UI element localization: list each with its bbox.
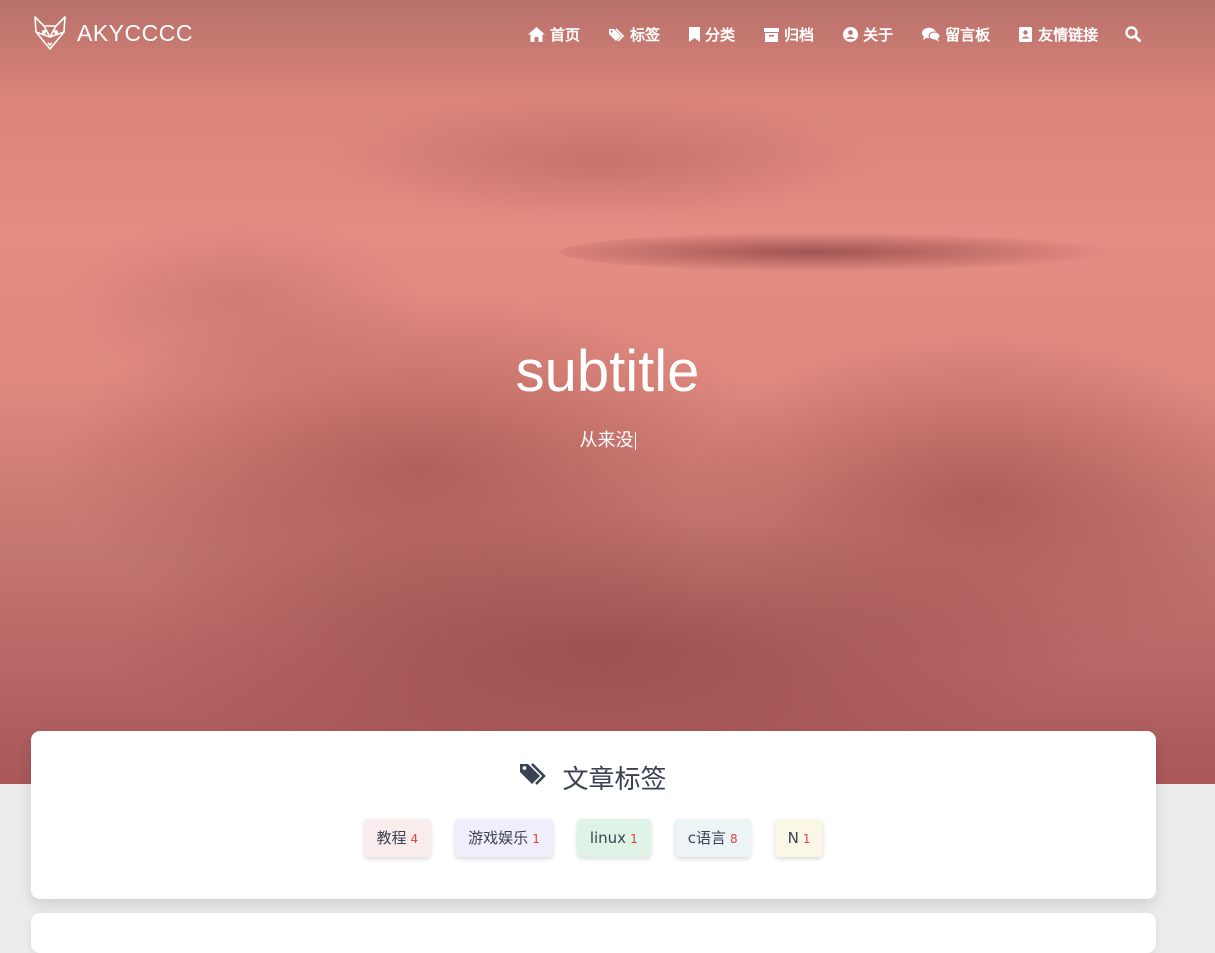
nav-item-label: 归档 xyxy=(784,26,815,44)
tags-icon xyxy=(609,27,625,42)
tag-name: c语言 xyxy=(687,829,726,847)
top-navbar: AKYCCCC 首页 标签 分类 归档 关于 留言板 友情链接 xyxy=(0,0,1215,70)
comments-icon xyxy=(922,27,941,42)
tag-item[interactable]: N1 xyxy=(774,819,824,857)
nav-item-about[interactable]: 关于 xyxy=(843,24,893,45)
next-card xyxy=(31,913,1156,953)
tag-count: 1 xyxy=(532,832,540,846)
nav-item-label: 标签 xyxy=(630,26,661,44)
home-icon xyxy=(528,27,545,42)
tag-count: 1 xyxy=(630,832,638,846)
tag-count: 1 xyxy=(802,832,811,846)
archive-icon xyxy=(764,27,780,42)
fox-icon xyxy=(33,15,67,51)
hero-subtitle-text: 从来没 xyxy=(579,430,634,451)
tag-item[interactable]: c语言 8 xyxy=(674,819,751,857)
user-circle-icon xyxy=(843,27,859,42)
tag-count: 4 xyxy=(410,832,419,846)
nav-item-label: 关于 xyxy=(863,26,894,44)
nav-item-archive[interactable]: 归档 xyxy=(764,24,814,45)
tags-icon xyxy=(520,762,548,793)
nav-item-label: 友情链接 xyxy=(1038,26,1099,44)
tags-card: 文章标签 教程 4 游戏娱乐 1 linux 1 c语言 8 N1 xyxy=(31,731,1156,899)
nav-item-label: 首页 xyxy=(550,26,581,44)
address-book-icon xyxy=(1019,27,1033,42)
nav-item-home[interactable]: 首页 xyxy=(528,24,580,45)
cloud-decoration xyxy=(560,232,1120,272)
nav-item-tags[interactable]: 标签 xyxy=(609,24,660,45)
nav-item-categories[interactable]: 分类 xyxy=(689,24,735,45)
typing-caret xyxy=(634,432,636,450)
nav-menu: 首页 标签 分类 归档 关于 留言板 友情链接 xyxy=(528,24,1127,45)
tag-name: N xyxy=(787,829,799,847)
tag-name: 教程 xyxy=(376,829,407,847)
tag-count: 8 xyxy=(729,832,738,846)
tag-item[interactable]: 游戏娱乐 1 xyxy=(455,819,553,857)
search-button[interactable] xyxy=(1125,26,1142,46)
hero-banner: AKYCCCC 首页 标签 分类 归档 关于 留言板 友情链接 subtitle… xyxy=(0,0,1215,784)
tags-card-header: 文章标签 xyxy=(31,759,1156,796)
brand[interactable]: AKYCCCC xyxy=(33,15,193,51)
nav-item-label: 分类 xyxy=(705,26,736,44)
brand-name: AKYCCCC xyxy=(77,19,193,46)
hero-subtitle: 从来没 xyxy=(0,426,1215,452)
tag-item[interactable]: 教程 4 xyxy=(363,819,432,857)
nav-item-friend-links[interactable]: 友情链接 xyxy=(1019,24,1098,45)
tag-item[interactable]: linux 1 xyxy=(576,819,651,857)
hero-title: subtitle xyxy=(515,339,700,404)
nav-item-guestbook[interactable]: 留言板 xyxy=(922,24,990,45)
nav-item-label: 留言板 xyxy=(945,26,991,44)
tag-name: linux xyxy=(589,829,627,847)
tag-name: 游戏娱乐 xyxy=(468,829,529,847)
bookmark-icon xyxy=(689,27,701,42)
tag-list: 教程 4 游戏娱乐 1 linux 1 c语言 8 N1 xyxy=(31,819,1156,857)
tags-card-title: 文章标签 xyxy=(562,765,667,795)
search-icon xyxy=(1125,26,1142,46)
